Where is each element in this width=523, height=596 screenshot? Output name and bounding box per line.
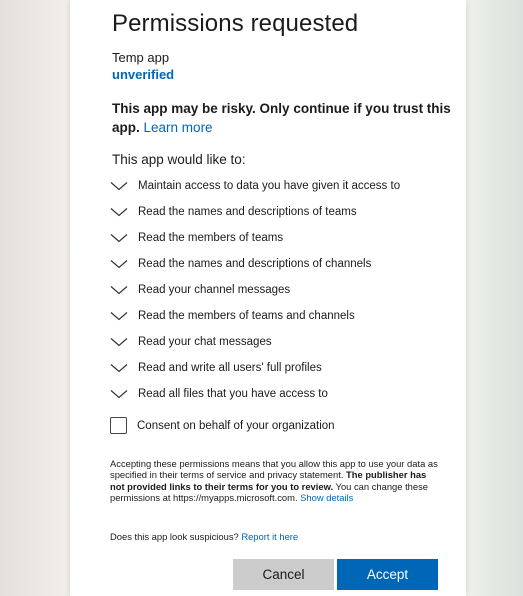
permission-item[interactable]: Read all files that you have access to [110,384,460,404]
permission-item[interactable]: Maintain access to data you have given i… [110,176,460,196]
background-left [0,0,74,596]
permission-label: Read the members of teams and channels [138,310,355,322]
chevron-down-icon [110,312,128,321]
cancel-button[interactable]: Cancel [233,559,334,590]
permission-item[interactable]: Read the names and descriptions of chann… [110,254,460,274]
chevron-down-icon [110,260,128,269]
chevron-down-icon [110,208,128,217]
learn-more-link[interactable]: Learn more [144,120,213,135]
permission-label: Read all files that you have access to [138,388,328,400]
chevron-down-icon [110,364,128,373]
permission-item[interactable]: Read your channel messages [110,280,460,300]
permission-label: Read your channel messages [138,284,291,296]
permission-label: Read the members of teams [138,232,284,244]
accept-button[interactable]: Accept [337,559,438,590]
permission-item[interactable]: Read the members of teams and channels [110,306,460,326]
chevron-down-icon [110,390,128,399]
dialog-title: Permissions requested [112,10,359,37]
suspicious-prompt: Does this app look suspicious? Report it… [110,531,298,542]
permission-label: Maintain access to data you have given i… [138,180,401,192]
chevron-down-icon [110,182,128,191]
consent-checkbox-row[interactable]: Consent on behalf of your organization [110,417,335,434]
background-right [463,0,523,596]
permission-item[interactable]: Read your chat messages [110,332,460,352]
risk-warning: This app may be risky. Only continue if … [112,99,452,137]
permissions-intro: This app would like to: [112,152,246,167]
consent-checkbox[interactable] [110,417,127,434]
permission-label: Read your chat messages [138,336,272,348]
consent-label: Consent on behalf of your organization [137,419,335,432]
permission-label: Read the names and descriptions of teams [138,206,357,218]
chevron-down-icon [110,286,128,295]
permissions-dialog: Permissions requested Temp app unverifie… [70,0,466,596]
permission-label: Read and write all users' full profiles [138,362,322,374]
permission-item[interactable]: Read the names and descriptions of teams [110,202,460,222]
permission-item[interactable]: Read and write all users' full profiles [110,358,460,378]
show-details-link[interactable]: Show details [300,492,353,503]
permission-item[interactable]: Read the members of teams [110,228,460,248]
app-name: Temp app [112,50,170,65]
disclaimer-text: Accepting these permissions means that y… [110,458,442,503]
permission-label: Read the names and descriptions of chann… [138,258,372,270]
chevron-down-icon [110,234,128,243]
verification-status: unverified [112,67,175,82]
suspicious-text: Does this app look suspicious? [110,531,239,542]
report-link[interactable]: Report it here [241,531,298,542]
chevron-down-icon [110,338,128,347]
